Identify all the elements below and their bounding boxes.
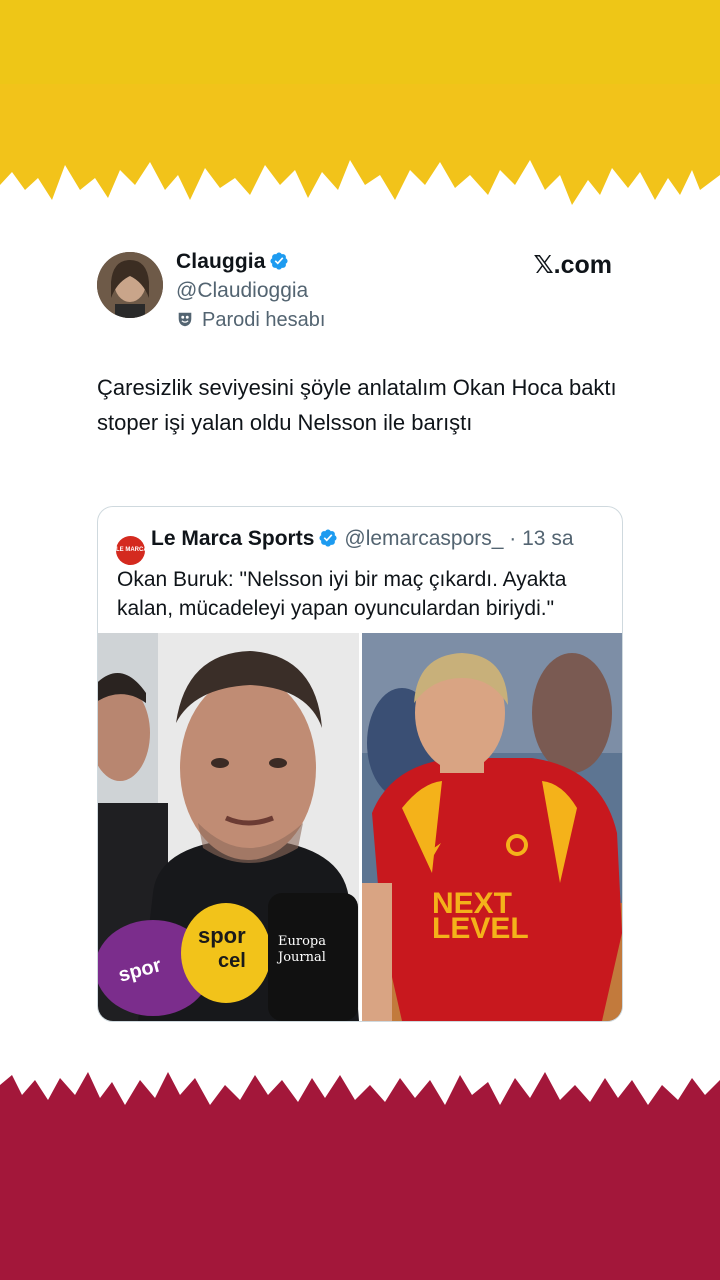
parody-label: Parodi hesabı: [176, 309, 325, 332]
quoted-timestamp[interactable]: 13 sa: [522, 527, 573, 550]
bottom-torn-banner: [0, 1072, 720, 1280]
avatar[interactable]: [97, 252, 163, 318]
quoted-tweet-text: Okan Buruk: "Nelsson iyi bir maç çıkardı…: [117, 568, 567, 620]
quoted-media[interactable]: spor spor cel Europa Journal NEXT LEVEL: [98, 633, 622, 1021]
quoted-tweet-header: LE MARCA Le Marca Sports @lemarcaspors_ · …: [116, 527, 574, 565]
quoted-author-handle[interactable]: @lemarcaspors_: [344, 527, 503, 550]
mic-label-cel: cel: [218, 950, 246, 972]
top-torn-banner: [0, 0, 720, 205]
mic-label-europa: Europa: [278, 934, 326, 949]
media-photo-press-conference[interactable]: spor spor cel Europa Journal: [98, 633, 359, 1021]
separator-dot: ·: [509, 527, 517, 550]
media-photo-player[interactable]: NEXT LEVEL: [362, 633, 622, 1021]
quoted-author-name[interactable]: Le Marca Sports: [151, 527, 314, 550]
mic-label-spor-2: spor: [198, 923, 246, 948]
le-marca-logo[interactable]: LE MARCA: [116, 536, 148, 565]
mic-label-journal: Journal: [276, 950, 326, 965]
jersey-text-level: LEVEL: [432, 912, 529, 945]
author-name[interactable]: Clauggia: [176, 250, 289, 274]
x-com-logo: 𝕏.com: [533, 250, 612, 279]
verified-badge-icon: [270, 252, 289, 270]
verified-badge-icon: [319, 529, 337, 547]
parody-mask-icon: [178, 312, 192, 327]
tweet-text: Çaresizlik seviyesini şöyle anlatalım Ok…: [97, 375, 617, 435]
quoted-tweet[interactable]: LE MARCA Le Marca Sports @lemarcaspors_ · …: [97, 506, 623, 1022]
author-handle[interactable]: @Claudioggia: [176, 279, 308, 303]
user-avatar-icon: [97, 252, 163, 318]
